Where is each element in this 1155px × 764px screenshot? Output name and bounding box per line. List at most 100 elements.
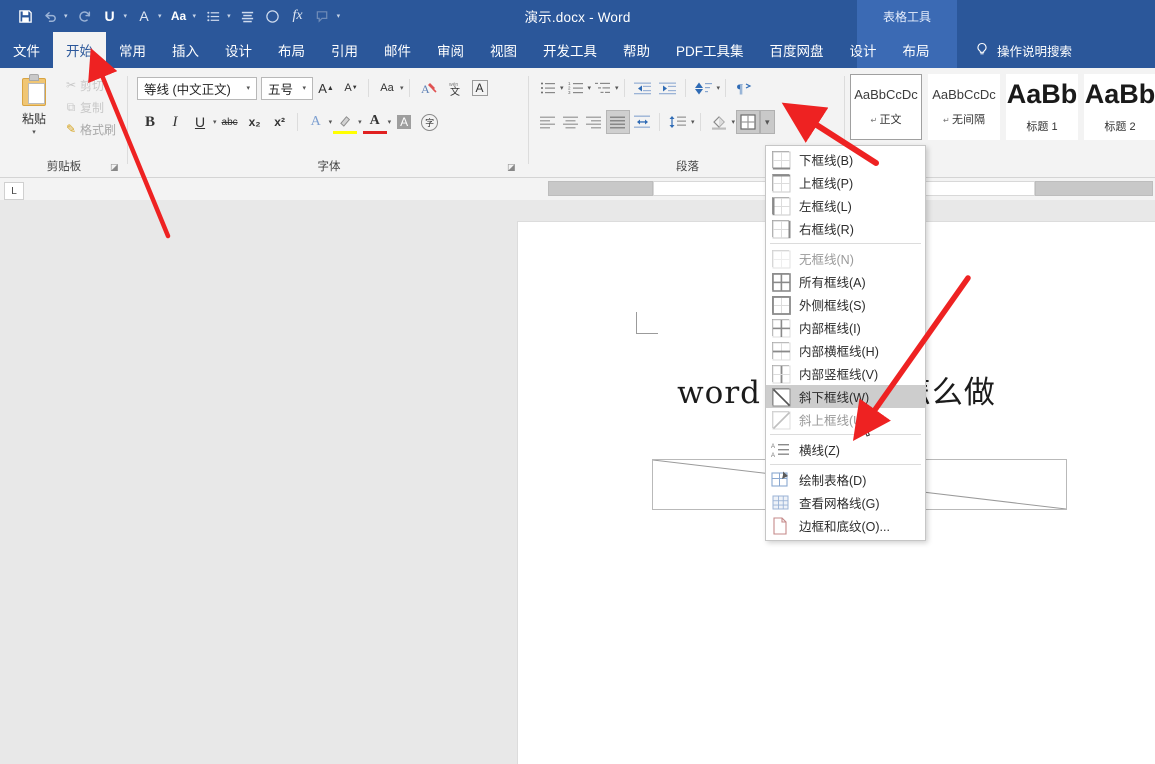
menu-item-border-bottom[interactable]: 下框线(B) [766, 148, 925, 171]
font-color-dropdown-icon[interactable]: ▾ [388, 118, 392, 126]
font-name-combo[interactable]: 等线 (中文正文) ▾ [137, 76, 257, 100]
style-no-spacing[interactable]: AaBbCcDc ↵ 无间隔 [928, 74, 1000, 140]
style-heading-2[interactable]: AaBb 标题 2 [1084, 74, 1155, 140]
subscript-button[interactable]: x₂ [243, 110, 267, 134]
italic-button[interactable]: I [163, 110, 187, 134]
superscript-button[interactable]: x² [268, 110, 292, 134]
menu-item-border-diagonal-down[interactable]: 斜下框线(W) [766, 385, 925, 408]
clipboard-dialog-launcher[interactable]: ◪ [110, 162, 119, 173]
menu-item-draw-table[interactable]: 绘制表格(D) [766, 468, 925, 491]
tab-table-design[interactable]: 设计 [837, 32, 890, 68]
highlight-dropdown-icon[interactable]: ▾ [358, 118, 362, 126]
tab-developer[interactable]: 开发工具 [530, 32, 610, 68]
tab-design[interactable]: 设计 [212, 32, 265, 68]
menu-item-border-inside-horizontal[interactable]: 内部横框线(H) [766, 339, 925, 362]
shading-dropdown-icon[interactable]: ▾ [732, 118, 736, 126]
shading-button[interactable] [707, 110, 731, 134]
shrink-font-button[interactable]: A ▼ [339, 76, 363, 100]
menu-item-border-diagonal-up[interactable]: 斜上框线(U) [766, 408, 925, 431]
text-effects-dropdown-icon[interactable]: ▾ [329, 118, 333, 126]
sort-button[interactable] [692, 76, 716, 100]
tab-review[interactable]: 审阅 [424, 32, 477, 68]
tab-common[interactable]: 常用 [106, 32, 159, 68]
show-formatting-marks-button[interactable]: ¶ [732, 76, 756, 100]
tab-baidu-netdisk[interactable]: 百度网盘 [757, 32, 837, 68]
menu-item-border-inside[interactable]: 内部框线(I) [766, 316, 925, 339]
tab-insert[interactable]: 插入 [159, 32, 212, 68]
style-normal[interactable]: AaBbCcDc ↵ 正文 [850, 74, 922, 140]
tab-file[interactable]: 文件 [0, 32, 53, 68]
menu-item-border-right[interactable]: 右框线(R) [766, 217, 925, 240]
character-border-button[interactable]: A [468, 76, 492, 100]
line-spacing-button[interactable] [666, 110, 690, 134]
text-effects-button[interactable]: A [304, 110, 328, 134]
grow-font-button[interactable]: A ▲ [314, 76, 338, 100]
distribute-button[interactable] [631, 110, 654, 134]
font-color-button[interactable]: A [362, 110, 387, 134]
character-shading-button[interactable]: A [392, 110, 416, 134]
highlight-button[interactable] [333, 110, 358, 134]
menu-item-border-left[interactable]: 左框线(L) [766, 194, 925, 217]
menu-item-horizontal-line[interactable]: AA 横线(Z) [766, 438, 925, 461]
menu-item-borders-and-shading[interactable]: 边框和底纹(O)... [766, 514, 925, 537]
contextual-tab-group-label: 表格工具 [857, 0, 957, 32]
font-name-dropdown-icon[interactable]: ▾ [242, 84, 254, 92]
borders-dropdown-icon[interactable]: ▾ [760, 110, 775, 134]
grow-font-label: A [318, 80, 327, 96]
tab-table-layout[interactable]: 布局 [890, 32, 943, 68]
title-bar: ▾ U ▾ A ▾ Aa ▾ ▾ fx ▾ 演示.docx - Word 表格工… [0, 0, 1155, 32]
phonetic-guide-button[interactable]: wén 文 [443, 76, 467, 100]
font-dialog-launcher[interactable]: ◪ [507, 162, 516, 173]
sort-dropdown-icon[interactable]: ▾ [717, 84, 721, 92]
menu-item-border-inside-vertical[interactable]: 内部竖框线(V) [766, 362, 925, 385]
bold-button[interactable]: B [138, 110, 162, 134]
tab-home[interactable]: 开始 [53, 32, 106, 68]
style-heading-1[interactable]: AaBb 标题 1 [1006, 74, 1078, 140]
tab-stop-selector[interactable]: L [4, 182, 24, 200]
tab-mailings[interactable]: 邮件 [371, 32, 424, 68]
increase-indent-button[interactable] [656, 76, 680, 100]
borders-dropdown-menu[interactable]: 下框线(B) 上框线(P) 左框线(L) 右框线(R) 无框线(N) 所有框线(… [765, 145, 926, 541]
bullets-dropdown-icon[interactable]: ▾ [560, 84, 564, 92]
copy-button[interactable]: ⧉ 复制 [62, 96, 126, 118]
horizontal-ruler[interactable] [0, 178, 1155, 200]
underline-button[interactable]: U [188, 110, 212, 134]
multilevel-list-dropdown-icon[interactable]: ▾ [615, 84, 619, 92]
menu-item-border-top[interactable]: 上框线(P) [766, 171, 925, 194]
align-right-button[interactable] [583, 110, 605, 134]
numbering-button[interactable]: 123 [565, 76, 587, 100]
menu-item-border-none[interactable]: 无框线(N) [766, 247, 925, 270]
paste-button[interactable]: 粘贴 ▾ [8, 74, 60, 152]
align-left-button[interactable] [537, 110, 559, 134]
tab-view[interactable]: 视图 [477, 32, 530, 68]
numbering-dropdown-icon[interactable]: ▾ [588, 84, 592, 92]
font-size-combo[interactable]: 五号 ▾ [261, 76, 313, 100]
align-center-button[interactable] [560, 110, 582, 134]
tell-me-search[interactable]: 操作说明搜索 [975, 32, 1072, 68]
menu-item-border-all[interactable]: 所有框线(A) [766, 270, 925, 293]
format-painter-button[interactable]: ✎ 格式刷 [62, 118, 126, 140]
paste-dropdown-icon[interactable]: ▾ [32, 128, 36, 136]
underline-dropdown-icon[interactable]: ▾ [213, 118, 217, 126]
decrease-indent-button[interactable] [631, 76, 655, 100]
clear-formatting-button[interactable]: A [416, 76, 442, 100]
font-size-dropdown-icon[interactable]: ▾ [298, 84, 310, 92]
bullets-button[interactable] [537, 76, 559, 100]
tab-pdf-tools[interactable]: PDF工具集 [663, 32, 757, 68]
tab-help[interactable]: 帮助 [610, 32, 663, 68]
style-sample-no-spacing: AaBbCcDc [932, 86, 996, 102]
change-case-button[interactable]: Aa [375, 76, 399, 100]
line-spacing-dropdown-icon[interactable]: ▾ [691, 118, 695, 126]
tab-layout[interactable]: 布局 [265, 32, 318, 68]
enclose-character-button[interactable]: 字 [417, 110, 442, 134]
shrink-font-label: A [344, 82, 352, 94]
tab-references[interactable]: 引用 [318, 32, 371, 68]
menu-item-view-gridlines[interactable]: 查看网格线(G) [766, 491, 925, 514]
multilevel-list-button[interactable] [592, 76, 614, 100]
change-case-dropdown-icon[interactable]: ▾ [400, 84, 404, 92]
menu-item-border-outside[interactable]: 外侧框线(S) [766, 293, 925, 316]
cut-button[interactable]: ✂ 剪切 [62, 74, 126, 96]
borders-button[interactable] [736, 110, 761, 134]
strikethrough-button[interactable]: abc [218, 110, 242, 134]
justify-button[interactable] [606, 110, 630, 134]
